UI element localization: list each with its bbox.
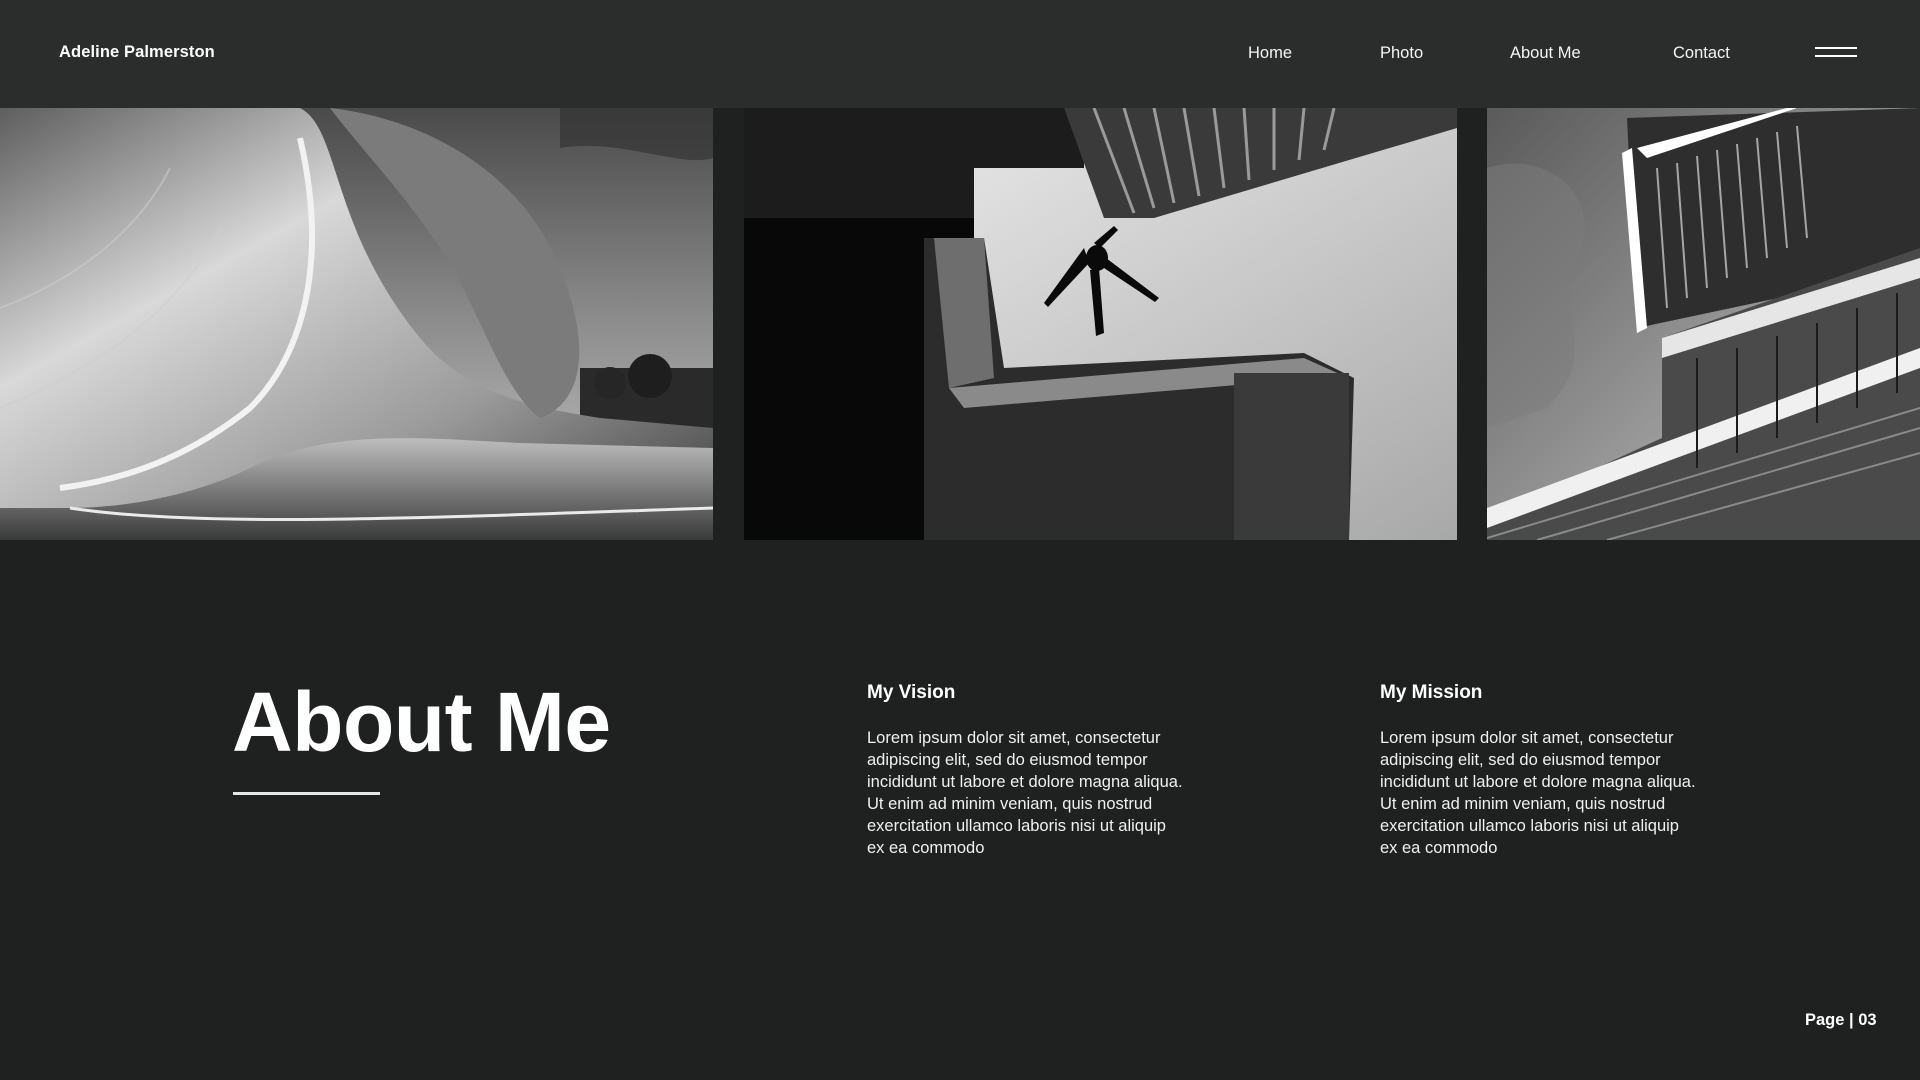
gallery-photo-modern-building[interactable]: [1487, 108, 1920, 540]
modern-building-image: [1487, 108, 1920, 540]
brand-name[interactable]: Adeline Palmerston: [59, 43, 215, 62]
nav-contact[interactable]: Contact: [1673, 44, 1730, 63]
title-underline: [233, 792, 380, 795]
parkour-jump-image: [744, 108, 1457, 540]
vision-heading: My Vision: [867, 682, 956, 703]
gallery-photo-parkour-jump[interactable]: [744, 108, 1457, 540]
page: Adeline Palmerston Home Photo About Me C…: [0, 0, 1920, 1080]
mission-heading: My Mission: [1380, 682, 1483, 703]
hamburger-icon[interactable]: [1815, 47, 1857, 61]
nav-photo[interactable]: Photo: [1380, 44, 1423, 63]
gallery-photo-curved-architecture[interactable]: [0, 108, 713, 540]
mission-text: Lorem ipsum dolor sit amet, consectetur …: [1380, 729, 1696, 857]
curved-architecture-image: [0, 108, 713, 540]
about-title: About Me: [232, 675, 611, 769]
nav-about-me[interactable]: About Me: [1510, 44, 1581, 63]
top-navbar: Adeline Palmerston Home Photo About Me C…: [0, 0, 1920, 108]
nav-home[interactable]: Home: [1248, 44, 1292, 63]
page-number: Page | 03: [1805, 1011, 1877, 1029]
vision-text: Lorem ipsum dolor sit amet, consectetur …: [867, 729, 1183, 857]
